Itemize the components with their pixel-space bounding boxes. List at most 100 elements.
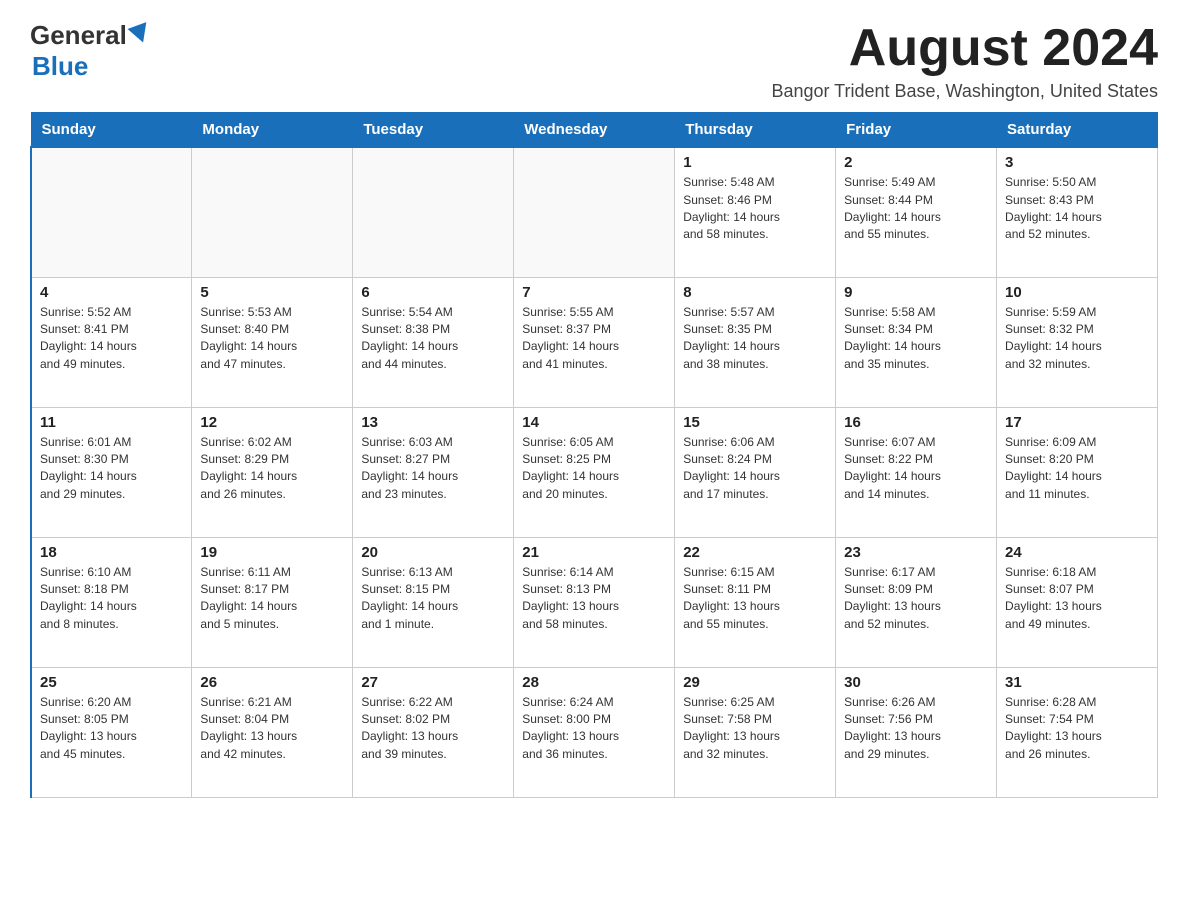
day-number: 8	[683, 284, 827, 301]
col-saturday: Saturday	[997, 113, 1158, 148]
day-info: Sunrise: 5:57 AMSunset: 8:35 PMDaylight:…	[683, 304, 827, 374]
day-number: 16	[844, 414, 988, 431]
table-row: 7 Sunrise: 5:55 AMSunset: 8:37 PMDaylight…	[514, 277, 675, 407]
table-row: 25 Sunrise: 6:20 AMSunset: 8:05 PMDayligh…	[31, 667, 192, 797]
day-number: 26	[200, 674, 344, 691]
calendar-week-row: 18 Sunrise: 6:10 AMSunset: 8:18 PMDayligh…	[31, 537, 1158, 667]
col-thursday: Thursday	[675, 113, 836, 148]
day-number: 11	[40, 414, 183, 431]
day-info: Sunrise: 6:21 AMSunset: 8:04 PMDaylight:…	[200, 694, 344, 764]
table-row: 2Sunrise: 5:49 AMSunset: 8:44 PMDaylight…	[836, 147, 997, 277]
day-info: Sunrise: 6:18 AMSunset: 8:07 PMDaylight:…	[1005, 564, 1149, 634]
col-sunday: Sunday	[31, 113, 192, 148]
table-row: 19 Sunrise: 6:11 AMSunset: 8:17 PMDayligh…	[192, 537, 353, 667]
day-number: 19	[200, 544, 344, 561]
table-row: 3 Sunrise: 5:50 AMSunset: 8:43 PMDaylight…	[997, 147, 1158, 277]
day-info: Sunrise: 6:05 AMSunset: 8:25 PMDaylight:…	[522, 434, 666, 504]
day-info: Sunrise: 5:54 AMSunset: 8:38 PMDaylight:…	[361, 304, 505, 374]
page-header: General Blue August 2024 Bangor Trident …	[30, 20, 1158, 102]
day-info: Sunrise: 5:53 AMSunset: 8:40 PMDaylight:…	[200, 304, 344, 374]
day-number: 22	[683, 544, 827, 561]
table-row: 17Sunrise: 6:09 AMSunset: 8:20 PMDayligh…	[997, 407, 1158, 537]
day-info: Sunrise: 6:03 AMSunset: 8:27 PMDaylight:…	[361, 434, 505, 504]
calendar-week-row: 11 Sunrise: 6:01 AMSunset: 8:30 PMDayligh…	[31, 407, 1158, 537]
day-info: Sunrise: 5:48 AMSunset: 8:46 PMDaylight:…	[683, 174, 827, 244]
table-row: 8 Sunrise: 5:57 AMSunset: 8:35 PMDaylight…	[675, 277, 836, 407]
table-row: 1 Sunrise: 5:48 AMSunset: 8:46 PMDaylight…	[675, 147, 836, 277]
col-tuesday: Tuesday	[353, 113, 514, 148]
day-number: 2	[844, 154, 988, 171]
day-number: 21	[522, 544, 666, 561]
col-monday: Monday	[192, 113, 353, 148]
table-row: 15 Sunrise: 6:06 AMSunset: 8:24 PMDayligh…	[675, 407, 836, 537]
day-number: 3	[1005, 154, 1149, 171]
logo-blue-text: Blue	[32, 51, 88, 81]
day-info: Sunrise: 6:06 AMSunset: 8:24 PMDaylight:…	[683, 434, 827, 504]
day-number: 7	[522, 284, 666, 301]
day-number: 27	[361, 674, 505, 691]
table-row	[514, 147, 675, 277]
table-row: 21Sunrise: 6:14 AMSunset: 8:13 PMDayligh…	[514, 537, 675, 667]
table-row: 9Sunrise: 5:58 AMSunset: 8:34 PMDaylight…	[836, 277, 997, 407]
day-info: Sunrise: 6:07 AMSunset: 8:22 PMDaylight:…	[844, 434, 988, 504]
calendar-header-row: Sunday Monday Tuesday Wednesday Thursday…	[31, 113, 1158, 148]
table-row: 12 Sunrise: 6:02 AMSunset: 8:29 PMDayligh…	[192, 407, 353, 537]
day-number: 1	[683, 154, 827, 171]
table-row: 31 Sunrise: 6:28 AMSunset: 7:54 PMDayligh…	[997, 667, 1158, 797]
calendar-week-row: 1 Sunrise: 5:48 AMSunset: 8:46 PMDaylight…	[31, 147, 1158, 277]
day-info: Sunrise: 6:17 AMSunset: 8:09 PMDaylight:…	[844, 564, 988, 634]
day-info: Sunrise: 6:20 AMSunset: 8:05 PMDaylight:…	[40, 694, 183, 764]
table-row: 28Sunrise: 6:24 AMSunset: 8:00 PMDayligh…	[514, 667, 675, 797]
day-info: Sunrise: 6:10 AMSunset: 8:18 PMDaylight:…	[40, 564, 183, 634]
logo-general-text: General	[30, 20, 127, 51]
table-row: 4 Sunrise: 5:52 AMSunset: 8:41 PMDaylight…	[31, 277, 192, 407]
col-wednesday: Wednesday	[514, 113, 675, 148]
day-number: 4	[40, 284, 183, 301]
table-row: 30Sunrise: 6:26 AMSunset: 7:56 PMDayligh…	[836, 667, 997, 797]
day-info: Sunrise: 6:11 AMSunset: 8:17 PMDaylight:…	[200, 564, 344, 634]
table-row	[192, 147, 353, 277]
day-number: 10	[1005, 284, 1149, 301]
calendar-table: Sunday Monday Tuesday Wednesday Thursday…	[30, 112, 1158, 798]
day-info: Sunrise: 5:50 AMSunset: 8:43 PMDaylight:…	[1005, 174, 1149, 244]
table-row: 6Sunrise: 5:54 AMSunset: 8:38 PMDaylight…	[353, 277, 514, 407]
table-row: 22 Sunrise: 6:15 AMSunset: 8:11 PMDayligh…	[675, 537, 836, 667]
day-number: 20	[361, 544, 505, 561]
day-info: Sunrise: 6:24 AMSunset: 8:00 PMDaylight:…	[522, 694, 666, 764]
day-number: 18	[40, 544, 183, 561]
day-number: 15	[683, 414, 827, 431]
calendar-week-row: 4 Sunrise: 5:52 AMSunset: 8:41 PMDaylight…	[31, 277, 1158, 407]
day-info: Sunrise: 6:15 AMSunset: 8:11 PMDaylight:…	[683, 564, 827, 634]
day-number: 14	[522, 414, 666, 431]
logo: General	[30, 20, 150, 51]
day-info: Sunrise: 6:01 AMSunset: 8:30 PMDaylight:…	[40, 434, 183, 504]
day-info: Sunrise: 6:26 AMSunset: 7:56 PMDaylight:…	[844, 694, 988, 764]
day-info: Sunrise: 6:25 AMSunset: 7:58 PMDaylight:…	[683, 694, 827, 764]
table-row: 27Sunrise: 6:22 AMSunset: 8:02 PMDayligh…	[353, 667, 514, 797]
day-info: Sunrise: 6:13 AMSunset: 8:15 PMDaylight:…	[361, 564, 505, 634]
table-row: 24 Sunrise: 6:18 AMSunset: 8:07 PMDayligh…	[997, 537, 1158, 667]
table-row: 18 Sunrise: 6:10 AMSunset: 8:18 PMDayligh…	[31, 537, 192, 667]
location-subtitle: Bangor Trident Base, Washington, United …	[771, 81, 1158, 102]
day-number: 29	[683, 674, 827, 691]
day-info: Sunrise: 5:52 AMSunset: 8:41 PMDaylight:…	[40, 304, 183, 374]
table-row	[353, 147, 514, 277]
table-row: 11 Sunrise: 6:01 AMSunset: 8:30 PMDayligh…	[31, 407, 192, 537]
day-info: Sunrise: 5:55 AMSunset: 8:37 PMDaylight:…	[522, 304, 666, 374]
title-area: August 2024 Bangor Trident Base, Washing…	[771, 20, 1158, 102]
day-info: Sunrise: 6:02 AMSunset: 8:29 PMDaylight:…	[200, 434, 344, 504]
day-info: Sunrise: 6:28 AMSunset: 7:54 PMDaylight:…	[1005, 694, 1149, 764]
logo-triangle-icon	[127, 22, 152, 46]
day-number: 13	[361, 414, 505, 431]
table-row: 16 Sunrise: 6:07 AMSunset: 8:22 PMDayligh…	[836, 407, 997, 537]
month-title: August 2024	[771, 20, 1158, 77]
table-row: 14 Sunrise: 6:05 AMSunset: 8:25 PMDayligh…	[514, 407, 675, 537]
table-row: 29 Sunrise: 6:25 AMSunset: 7:58 PMDayligh…	[675, 667, 836, 797]
day-number: 25	[40, 674, 183, 691]
table-row: 26 Sunrise: 6:21 AMSunset: 8:04 PMDayligh…	[192, 667, 353, 797]
table-row: 10Sunrise: 5:59 AMSunset: 8:32 PMDayligh…	[997, 277, 1158, 407]
day-number: 31	[1005, 674, 1149, 691]
day-number: 24	[1005, 544, 1149, 561]
table-row: 5Sunrise: 5:53 AMSunset: 8:40 PMDaylight…	[192, 277, 353, 407]
day-number: 12	[200, 414, 344, 431]
